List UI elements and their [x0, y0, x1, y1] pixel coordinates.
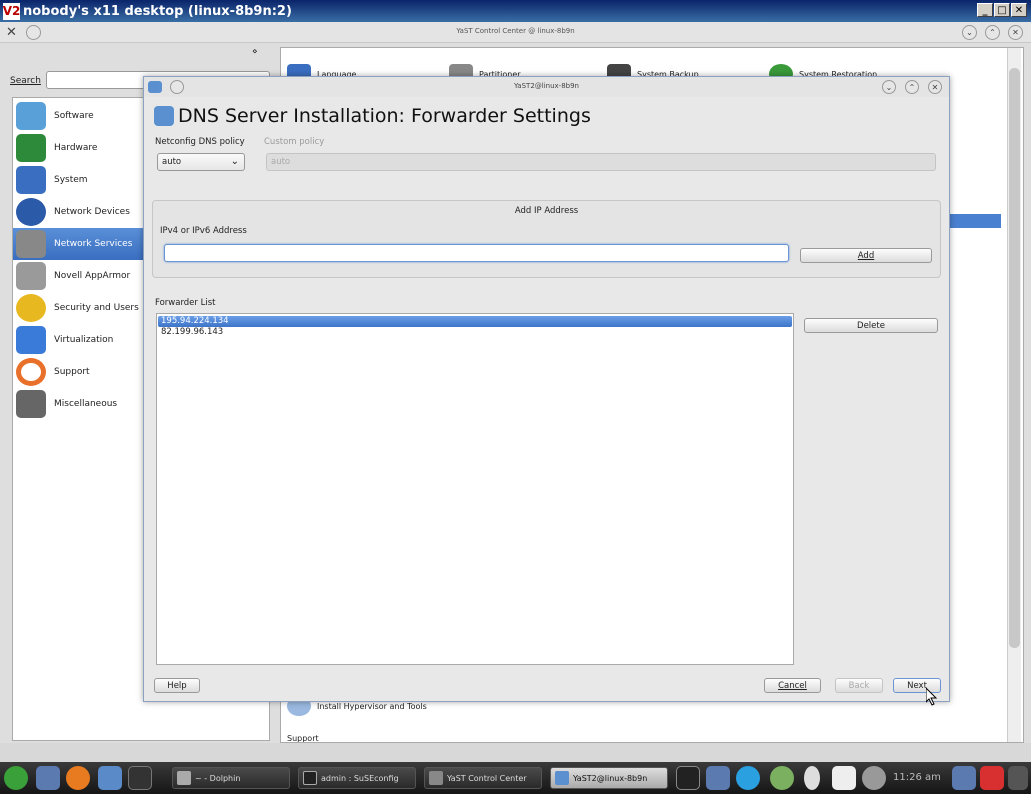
clock: 11:26 am	[893, 772, 941, 783]
close-window-button[interactable]: ✕	[1011, 3, 1027, 17]
forwarder-list-label: Forwarder List	[155, 298, 216, 308]
miscellaneous-icon	[16, 390, 46, 418]
terminal-icon	[303, 771, 317, 785]
pane-options-icon[interactable]: ⋄	[252, 47, 258, 57]
search-label: Search	[10, 76, 41, 86]
start-menu-icon[interactable]	[4, 766, 28, 790]
control-center-title-bar: ✕ YaST Control Center @ linux-8b9n ⌄ ⌃ ✕	[0, 22, 1031, 43]
info-icon[interactable]	[862, 766, 886, 790]
ip-address-input[interactable]	[164, 244, 789, 262]
security-icon	[16, 294, 46, 322]
teamviewer-icon[interactable]	[736, 766, 760, 790]
task-label: YaST Control Center	[447, 773, 527, 783]
dialog-title-bar: YaST2@linux-8b9n ⌄ ⌃ ✕	[144, 77, 949, 97]
network-devices-icon	[16, 198, 46, 226]
category-label: Network Services	[54, 239, 133, 249]
control-center-title: YaST Control Center @ linux-8b9n	[456, 27, 575, 35]
vnc-logo-icon: V2	[2, 2, 21, 20]
dns-server-dialog: YaST2@linux-8b9n ⌄ ⌃ ✕ DNS Server Instal…	[143, 76, 950, 702]
maximize-button[interactable]: □	[994, 3, 1010, 17]
task-suseconfig[interactable]: admin : SuSEconfig	[298, 767, 416, 789]
module-label: Install Hypervisor and Tools	[317, 701, 427, 711]
page-title: DNS Server Installation: Forwarder Setti…	[178, 105, 591, 127]
delete-button[interactable]: Delete	[804, 318, 938, 333]
task-yast2-dialog[interactable]: YaST2@linux-8b9n	[550, 767, 668, 789]
list-item[interactable]: 195.94.224.134	[158, 316, 792, 327]
dialog-maximize-button[interactable]: ⌃	[905, 80, 919, 94]
category-label: System	[54, 175, 88, 185]
dolphin-icon	[177, 771, 191, 785]
panel-options-icon[interactable]	[1008, 766, 1028, 790]
support-icon	[16, 358, 46, 386]
lock-screen-icon[interactable]	[952, 766, 976, 790]
dns-server-icon	[154, 106, 174, 126]
vnc-title-bar: V2 nobody's x11 desktop (linux-8b9n:2) _…	[0, 0, 1031, 22]
cc-maximize-button[interactable]: ⌃	[985, 25, 1000, 40]
category-label: Novell AppArmor	[54, 271, 131, 281]
custom-policy-value: auto	[271, 157, 291, 167]
apparmor-icon	[16, 262, 46, 290]
category-label: Security and Users	[54, 303, 139, 313]
suse-updater-icon[interactable]	[770, 766, 794, 790]
firefox-icon[interactable]	[66, 766, 90, 790]
category-label: Support	[54, 367, 90, 377]
category-label: Miscellaneous	[54, 399, 118, 409]
network-services-icon	[16, 230, 46, 258]
selected-module-highlight	[945, 214, 1001, 228]
dialog-close-button[interactable]: ✕	[928, 80, 942, 94]
task-label: ~ - Dolphin	[195, 773, 241, 783]
help-button[interactable]: Help	[154, 678, 200, 693]
chevron-down-icon: ⌄	[230, 156, 239, 167]
vnc-title: nobody's x11 desktop (linux-8b9n:2)	[23, 3, 292, 19]
back-button[interactable]: Back	[835, 678, 883, 693]
add-ip-title: Add IP Address	[514, 206, 579, 216]
show-desktop-icon[interactable]	[36, 766, 60, 790]
network-icon[interactable]	[706, 766, 730, 790]
console-icon[interactable]	[676, 766, 700, 790]
forwarder-list[interactable]: 195.94.224.134 82.199.96.143	[156, 313, 794, 665]
task-label: YaST2@linux-8b9n	[573, 773, 648, 783]
dialog-minimize-button[interactable]: ⌄	[882, 80, 896, 94]
ip-address-label: IPv4 or IPv6 Address	[160, 226, 247, 236]
clipboard-icon[interactable]	[832, 766, 856, 790]
category-label: Virtualization	[54, 335, 114, 345]
add-button[interactable]: Add	[800, 248, 932, 263]
minimize-button[interactable]: _	[977, 3, 993, 17]
system-icon	[16, 166, 46, 194]
file-manager-icon[interactable]	[98, 766, 122, 790]
taskbar: ~ - Dolphin admin : SuSEconfig YaST Cont…	[0, 762, 1031, 794]
category-label: Hardware	[54, 143, 98, 153]
netconfig-value: auto	[162, 157, 182, 167]
cc-close-button[interactable]: ✕	[1008, 25, 1023, 40]
scroll-thumb[interactable]	[1009, 68, 1020, 648]
category-label: Software	[54, 111, 94, 121]
dns-server-icon	[555, 771, 569, 785]
software-icon	[16, 102, 46, 130]
pager-icon[interactable]	[128, 766, 152, 790]
module-label: Support	[287, 734, 319, 742]
dialog-heading: DNS Server Installation: Forwarder Setti…	[154, 103, 591, 129]
list-item[interactable]: 82.199.96.143	[158, 327, 792, 338]
shutdown-icon[interactable]	[980, 766, 1004, 790]
volume-icon[interactable]	[804, 766, 820, 790]
modules-scrollbar[interactable]	[1007, 48, 1021, 742]
yast-icon	[429, 771, 443, 785]
hardware-icon	[16, 134, 46, 162]
virtualization-icon	[16, 326, 46, 354]
netconfig-label: Netconfig DNS policy	[155, 137, 245, 147]
module-group-support: Support	[287, 734, 319, 742]
task-dolphin[interactable]: ~ - Dolphin	[172, 767, 290, 789]
task-label: admin : SuSEconfig	[321, 773, 399, 783]
task-yast-control-center[interactable]: YaST Control Center	[424, 767, 542, 789]
cancel-button[interactable]: Cancel	[764, 678, 821, 693]
custom-policy-field: auto	[266, 153, 936, 171]
custom-policy-label: Custom policy	[264, 137, 325, 147]
category-label: Network Devices	[54, 207, 130, 217]
cc-minimize-button[interactable]: ⌄	[962, 25, 977, 40]
netconfig-dns-policy-select[interactable]: auto ⌄	[157, 153, 245, 171]
dialog-window-title: YaST2@linux-8b9n	[514, 82, 579, 90]
